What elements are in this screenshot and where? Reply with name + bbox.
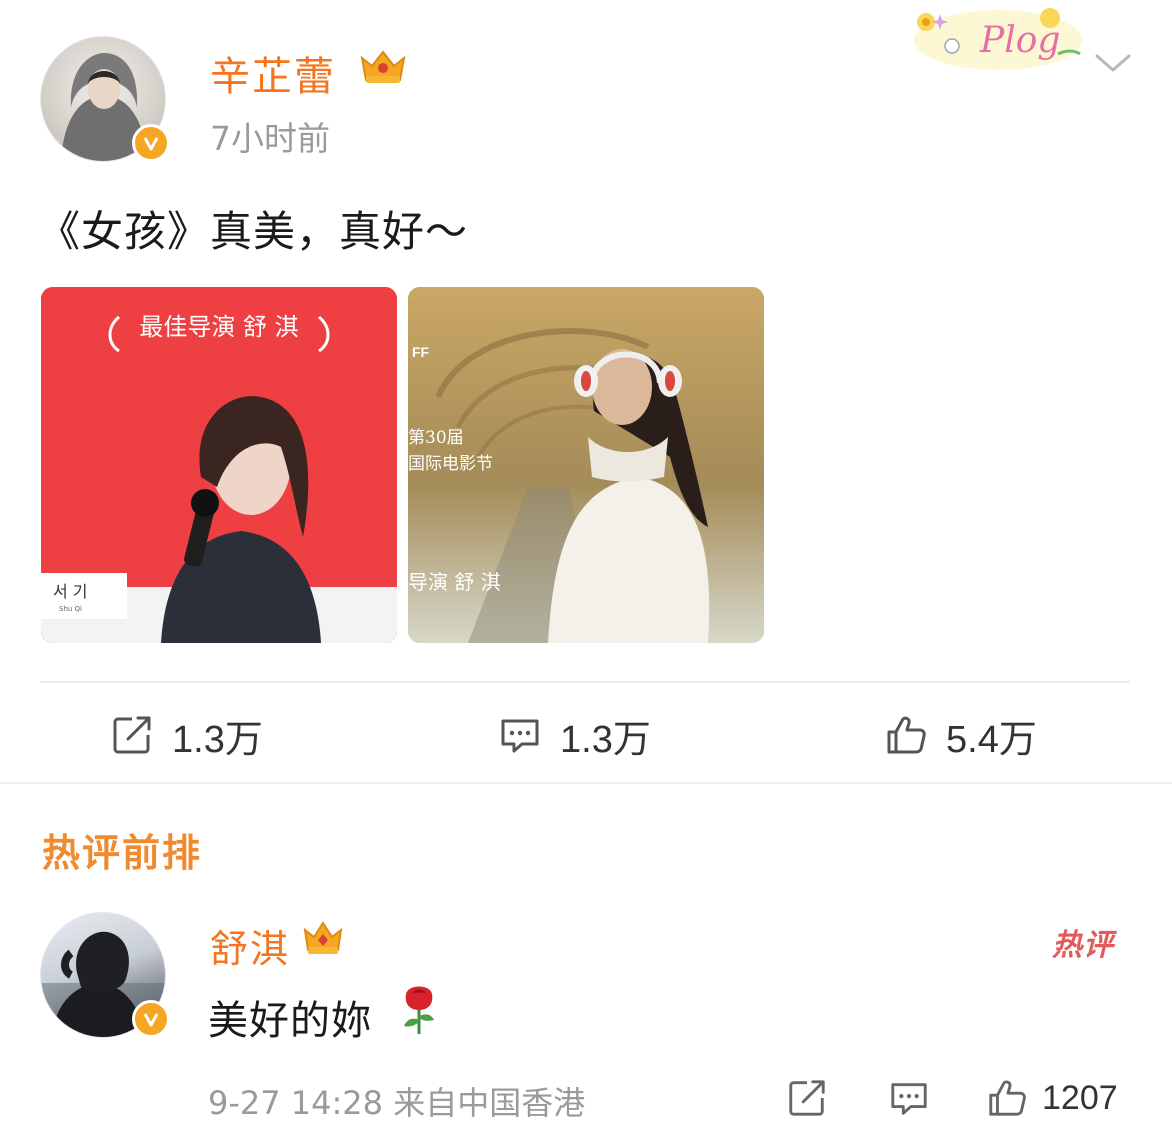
nameplate-roman: Shu Qi <box>59 605 82 613</box>
comment-button[interactable]: 1.3万 <box>498 710 651 761</box>
comment-icon <box>501 719 539 753</box>
comment-repost-button[interactable] <box>786 1074 828 1122</box>
like-count: 5.4万 <box>946 718 1037 761</box>
post-image-2[interactable]: FF 第30届 国际电影节 导演 舒 淇 <box>408 287 764 643</box>
section-divider <box>0 782 1172 784</box>
plog-sticker: Plog <box>914 8 1082 70</box>
comment-author-name[interactable]: 舒淇 <box>210 918 290 973</box>
comment-like-count: 1207 <box>1042 1078 1118 1117</box>
image-award-text: 导演 舒 淇 <box>408 570 501 594</box>
verified-icon <box>132 1000 170 1038</box>
like-icon <box>989 1080 1026 1116</box>
repost-button[interactable]: 1.3万 <box>110 710 263 761</box>
repost-icon <box>113 716 151 754</box>
comment-reply-button[interactable] <box>888 1074 930 1122</box>
post-image-1[interactable]: 最佳导演 舒 淇 서 기 Shu Qi <box>41 287 397 643</box>
festival-line2: 国际电影节 <box>408 454 493 474</box>
rose-icon <box>404 986 434 1034</box>
comment-icon <box>891 1083 927 1115</box>
post-time: 7小时前 <box>210 119 330 158</box>
image-award-text: 最佳导演 舒 淇 <box>139 313 298 341</box>
festival-line1: 第30届 <box>408 428 464 448</box>
hot-comment-badge: 热评 <box>1052 928 1114 963</box>
nameplate-korean: 서 기 <box>53 582 88 601</box>
crown-badge-icon <box>303 921 343 954</box>
comment-meta: 9-27 14:28 来自中国香港 <box>208 1084 586 1122</box>
verified-icon <box>132 124 170 162</box>
divider <box>40 681 1130 683</box>
hot-comments-title: 热评前排 <box>42 831 203 875</box>
like-icon <box>887 716 926 754</box>
comment-like-button[interactable]: 1207 <box>986 1074 1118 1122</box>
repost-icon <box>789 1080 825 1116</box>
festival-logo: FF <box>412 344 430 360</box>
like-button[interactable]: 5.4万 <box>884 710 1037 761</box>
chevron-down-icon[interactable] <box>1094 48 1132 78</box>
comment-text: 美好的妳 <box>208 998 372 1044</box>
post-author-name[interactable]: 辛芷蕾 <box>210 44 336 102</box>
crown-badge-icon <box>360 50 406 83</box>
post-text: 《女孩》真美，真好～ <box>38 207 469 256</box>
comment-count: 1.3万 <box>560 718 651 761</box>
comment-author-avatar[interactable] <box>40 912 170 1038</box>
post-author-avatar[interactable] <box>40 36 170 162</box>
repost-count: 1.3万 <box>172 718 263 761</box>
svg-text:Plog: Plog <box>979 20 1060 61</box>
